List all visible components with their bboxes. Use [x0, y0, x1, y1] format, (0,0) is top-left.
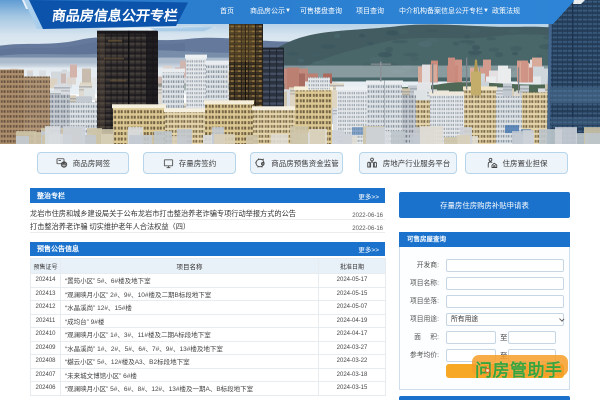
- svg-text:商品房信息公开专栏: 商品房信息公开专栏: [51, 7, 179, 23]
